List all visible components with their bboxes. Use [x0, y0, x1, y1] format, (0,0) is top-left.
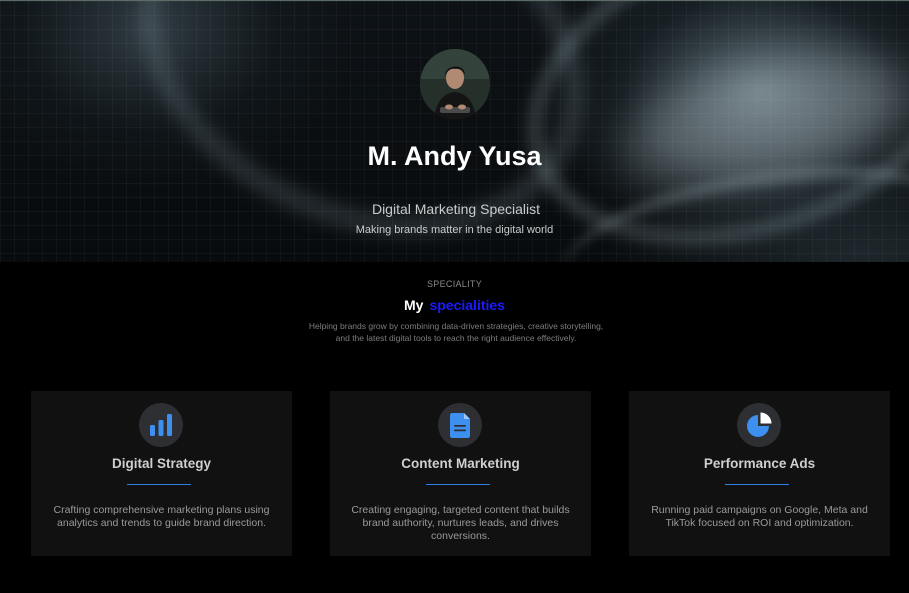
section-heading: My specialities: [0, 297, 909, 313]
card-description: Creating engaging, targeted content that…: [351, 504, 570, 542]
section-heading-highlight: specialities: [429, 297, 505, 313]
card-title: Performance Ads: [703, 456, 816, 471]
profile-tagline: Making brands matter in the digital worl…: [355, 224, 554, 236]
card-description: Running paid campaigns on Google, Meta a…: [651, 504, 868, 529]
section-description-line: and the latest digital tools to reach th…: [335, 332, 577, 343]
hero-grid-texture: [0, 1, 909, 262]
hero-section: M. Andy Yusa Digital Marketing Specialis…: [0, 0, 909, 262]
profile-role: Digital Marketing Specialist: [371, 201, 541, 217]
speciality-card-content-marketing: Content Marketing Creating engaging, tar…: [330, 391, 591, 556]
section-description: Helping brands grow by combining data-dr…: [0, 321, 909, 344]
card-description: Crafting comprehensive marketing plans u…: [53, 504, 270, 529]
section-eyebrow: SPECIALITY: [426, 279, 483, 289]
document-icon: [438, 403, 482, 447]
card-title: Content Marketing: [401, 456, 520, 471]
card-title: Digital Strategy: [111, 456, 212, 471]
card-divider: [127, 484, 191, 485]
bar-chart-icon: [139, 403, 183, 447]
profile-photo-icon: [420, 49, 490, 119]
speciality-card-digital-strategy: Digital Strategy Crafting comprehensive …: [31, 391, 292, 556]
profile-name: M. Andy Yusa: [367, 141, 542, 171]
section-description-line: Helping brands grow by combining data-dr…: [308, 321, 604, 331]
speciality-card-performance-ads: Performance Ads Running paid campaigns o…: [629, 391, 890, 556]
section-heading-word: My: [404, 297, 424, 313]
card-divider: [426, 484, 490, 485]
card-divider: [725, 484, 789, 485]
pie-chart-icon: [737, 403, 781, 447]
avatar: [420, 49, 490, 119]
